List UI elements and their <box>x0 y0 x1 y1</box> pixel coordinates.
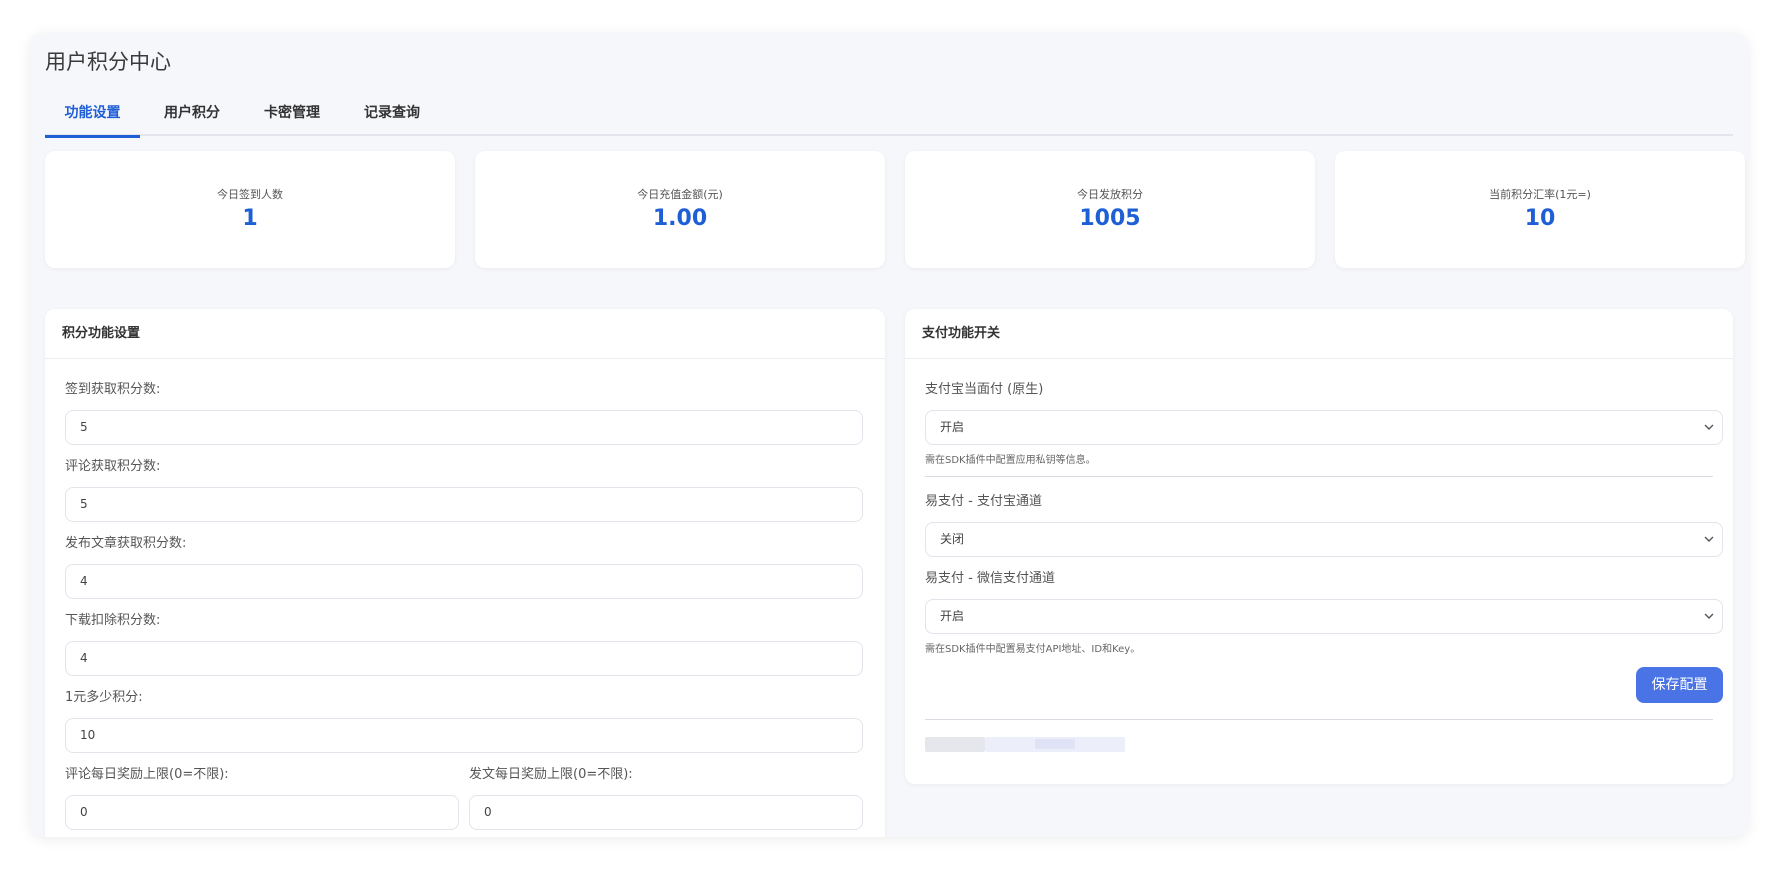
yuan-to-points-field: 1元多少积分: 10 <box>65 688 863 753</box>
tab-card-keys[interactable]: 卡密管理 <box>253 95 331 136</box>
comment-daily-limit-input[interactable]: 0 <box>65 795 459 830</box>
select-value: 关闭 <box>940 532 965 546</box>
stat-value: 10 <box>1524 206 1556 231</box>
alipay-f2f-field: 支付宝当面付 (原生) 开启 需在SDK插件中配置应用私钥等信息。 <box>925 380 1723 466</box>
alipay-f2f-select[interactable]: 开启 <box>925 410 1723 445</box>
save-config-button[interactable]: 保存配置 <box>1636 667 1723 703</box>
select-value: 开启 <box>940 420 965 434</box>
payment-settings-panel: 支付功能开关 支付宝当面付 (原生) 开启 需在SDK插件中配置应用私钥等信息。… <box>905 309 1733 784</box>
points-center-window: 用户积分中心 功能设置 用户积分 卡密管理 记录查询 今日签到人数 1 今日充值… <box>30 33 1748 837</box>
chevron-down-icon <box>1704 536 1714 542</box>
epay-wechat-select[interactable]: 开启 <box>925 599 1723 634</box>
tab-feature-settings[interactable]: 功能设置 <box>45 95 140 138</box>
post-daily-limit-field: 发文每日奖励上限(0=不限): 0 <box>469 765 863 830</box>
stat-card-recharge: 今日充值金额(元) 1.00 <box>475 151 885 268</box>
post-daily-limit-input[interactable]: 0 <box>469 795 863 830</box>
download-deduct-input[interactable]: 4 <box>65 641 863 676</box>
stat-card-signins: 今日签到人数 1 <box>45 151 455 268</box>
stat-label: 今日签到人数 <box>217 188 283 201</box>
tab-user-points[interactable]: 用户积分 <box>153 95 231 136</box>
stat-label: 今日充值金额(元) <box>637 188 723 201</box>
field-label: 易支付 - 支付宝通道 <box>925 494 1042 509</box>
signin-points-input[interactable]: 5 <box>65 410 863 445</box>
comment-points-input[interactable]: 5 <box>65 487 863 522</box>
tab-records[interactable]: 记录查询 <box>353 95 431 136</box>
stat-value: 1 <box>242 206 258 231</box>
field-label: 1元多少积分: <box>65 690 143 705</box>
panel-title: 支付功能开关 <box>905 309 1733 359</box>
divider <box>925 719 1713 720</box>
download-deduct-field: 下载扣除积分数: 4 <box>65 611 863 676</box>
field-hint: 需在SDK插件中配置易支付API地址、ID和Key。 <box>925 644 1141 655</box>
comment-daily-limit-field: 评论每日奖励上限(0=不限): 0 <box>65 765 459 830</box>
stat-card-points-issued: 今日发放积分 1005 <box>905 151 1315 268</box>
select-value: 开启 <box>940 609 965 623</box>
divider <box>925 476 1713 477</box>
yuan-to-points-input[interactable]: 10 <box>65 718 863 753</box>
panel-title: 积分功能设置 <box>45 309 885 359</box>
stat-value: 1005 <box>1079 206 1141 231</box>
field-label: 下载扣除积分数: <box>65 613 161 628</box>
post-points-input[interactable]: 4 <box>65 564 863 599</box>
field-label: 评论每日奖励上限(0=不限): <box>65 767 229 782</box>
field-label: 发布文章获取积分数: <box>65 536 187 551</box>
stat-card-exchange-rate: 当前积分汇率(1元=) 10 <box>1335 151 1745 268</box>
signin-points-field: 签到获取积分数: 5 <box>65 380 863 445</box>
chevron-down-icon <box>1704 424 1714 430</box>
epay-wechat-field: 易支付 - 微信支付通道 开启 需在SDK插件中配置易支付API地址、ID和Ke… <box>925 569 1723 655</box>
stat-label: 当前积分汇率(1元=) <box>1489 188 1591 201</box>
field-label: 支付宝当面付 (原生) <box>925 382 1044 397</box>
tab-bar: 功能设置 用户积分 卡密管理 记录查询 <box>45 95 1733 138</box>
field-label: 评论获取积分数: <box>65 459 161 474</box>
field-label: 签到获取积分数: <box>65 382 161 397</box>
field-hint: 需在SDK插件中配置应用私钥等信息。 <box>925 455 1096 466</box>
post-points-field: 发布文章获取积分数: 4 <box>65 534 863 599</box>
comment-points-field: 评论获取积分数: 5 <box>65 457 863 522</box>
page-title: 用户积分中心 <box>45 50 171 74</box>
chevron-down-icon <box>1704 613 1714 619</box>
field-label: 易支付 - 微信支付通道 <box>925 571 1055 586</box>
epay-alipay-select[interactable]: 关闭 <box>925 522 1723 557</box>
stat-label: 今日发放积分 <box>1077 188 1143 201</box>
field-label: 发文每日奖励上限(0=不限): <box>469 767 633 782</box>
stat-value: 1.00 <box>652 206 708 231</box>
points-settings-panel: 积分功能设置 签到获取积分数: 5 评论获取积分数: 5 发布文章获取积分数: … <box>45 309 885 837</box>
epay-alipay-field: 易支付 - 支付宝通道 关闭 <box>925 492 1723 557</box>
